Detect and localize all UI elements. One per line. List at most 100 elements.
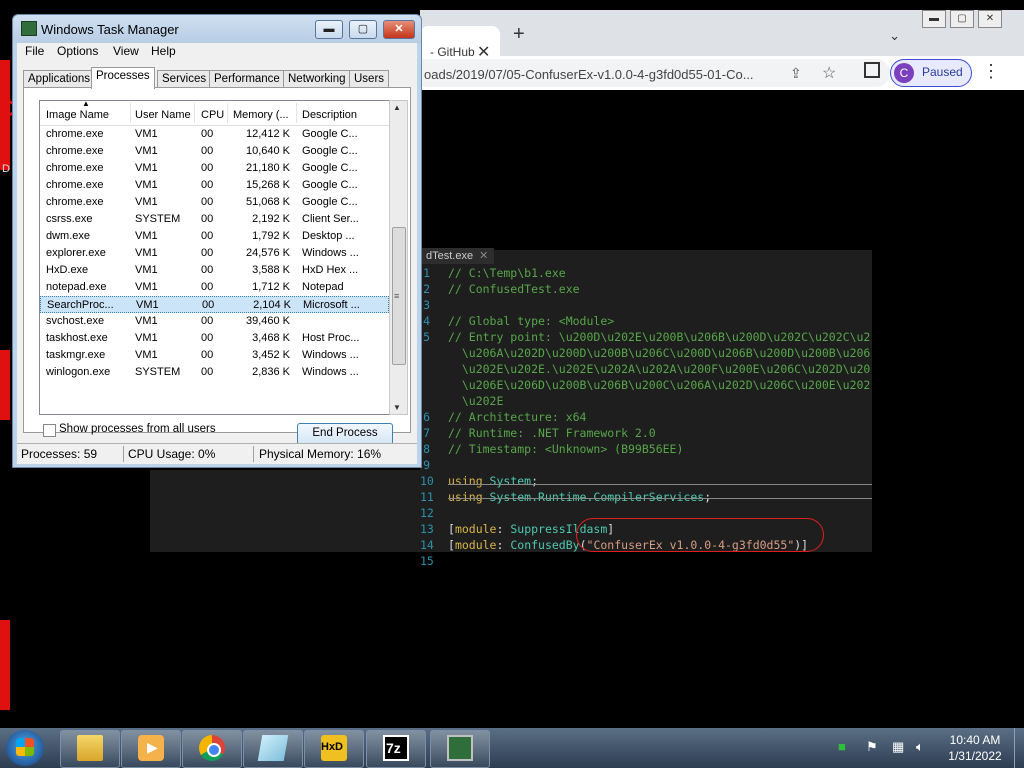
end-process-button[interactable]: End Process xyxy=(297,423,393,445)
memory-cell: 15,268 K xyxy=(245,179,290,191)
table-row[interactable]: winlogon.exe SYSTEM 00 2,836 K Windows ... xyxy=(40,364,389,381)
table-row[interactable]: taskmgr.exe VM1 00 3,452 K Windows ... xyxy=(40,347,389,364)
task-manager-icon xyxy=(21,21,37,36)
menu-help[interactable]: Help xyxy=(151,44,176,58)
description-cell: Google C... xyxy=(302,179,358,191)
side-panel-icon[interactable] xyxy=(864,62,880,78)
memory-cell: 21,180 K xyxy=(245,162,290,174)
menu-file[interactable]: File xyxy=(25,44,44,58)
maximize-button[interactable]: ▢ xyxy=(349,20,377,39)
table-row[interactable]: csrss.exe SYSTEM 00 2,192 K Client Ser... xyxy=(40,211,389,228)
volume-icon[interactable]: 🔈︎ xyxy=(916,739,924,755)
start-button[interactable] xyxy=(6,730,44,766)
menu-view[interactable]: View xyxy=(113,44,139,58)
table-row[interactable]: svchost.exe VM1 00 39,460 K xyxy=(40,313,389,330)
show-all-processes-checkbox[interactable] xyxy=(43,424,56,437)
menu-options[interactable]: Options xyxy=(57,44,98,58)
close-tab-icon[interactable]: ✕ xyxy=(479,250,488,262)
code-editor: dTest.exe ✕ 1// C:\Temp\b1.exe 2// Confuse… xyxy=(420,248,872,568)
table-row[interactable]: HxD.exe VM1 00 3,588 K HxD Hex ... xyxy=(40,262,389,279)
share-icon[interactable]: ⇪ xyxy=(790,65,802,82)
column-image-name[interactable]: Image Name xyxy=(46,109,109,121)
process-list[interactable]: Image Name ▲ User Name CPU Memory (... D… xyxy=(39,100,390,415)
table-row[interactable]: SearchProc... VM1 00 2,104 K Microsoft ... xyxy=(40,296,389,313)
description-cell: Google C... xyxy=(302,196,358,208)
chrome-menu-icon[interactable]: ⋮ xyxy=(982,61,1000,82)
scroll-grip-icon: ≡ xyxy=(394,291,400,301)
image-name-cell: chrome.exe xyxy=(46,162,104,174)
show-desktop-button[interactable] xyxy=(1014,728,1024,768)
description-cell: HxD Hex ... xyxy=(302,264,359,276)
editor-file-tab[interactable]: dTest.exe ✕ xyxy=(420,248,495,264)
code-token: ConfusedBy xyxy=(510,538,580,552)
process-list-scrollbar[interactable]: ▲ ≡ ▼ xyxy=(389,100,408,415)
tab-applications[interactable]: Applications xyxy=(23,70,96,88)
cpu-cell: 00 xyxy=(201,196,214,208)
table-row[interactable]: explorer.exe VM1 00 24,576 K Windows ... xyxy=(40,245,389,262)
taskbar-chrome[interactable] xyxy=(182,730,242,768)
new-tab-icon[interactable]: + xyxy=(513,23,525,46)
description-cell: Windows ... xyxy=(302,247,359,259)
tab-users[interactable]: Users xyxy=(349,70,390,88)
sort-ascending-icon: ▲ xyxy=(82,100,90,108)
cpu-cell: 00 xyxy=(201,247,214,259)
scroll-down-icon[interactable]: ▼ xyxy=(393,403,401,412)
taskbar-explorer[interactable] xyxy=(60,730,120,768)
tray-app-icon[interactable]: ■ xyxy=(838,739,846,754)
scroll-up-icon[interactable]: ▲ xyxy=(393,103,401,112)
line-number: 14 xyxy=(420,538,434,552)
minimize-icon[interactable]: ▬ xyxy=(922,10,946,28)
task-manager-titlebar[interactable]: Windows Task Manager ▬ ▢ ✕ xyxy=(13,15,421,43)
column-memory[interactable]: Memory (... xyxy=(233,109,289,121)
profile-button[interactable]: C Paused xyxy=(890,59,972,87)
description-cell: Client Ser... xyxy=(302,213,359,225)
code-token: module xyxy=(454,538,497,552)
tab-search-icon[interactable]: ⌄ xyxy=(889,28,900,44)
maximize-icon[interactable]: ▢ xyxy=(950,10,974,28)
description-cell: Google C... xyxy=(302,128,358,140)
table-row[interactable]: taskhost.exe VM1 00 3,468 K Host Proc... xyxy=(40,330,389,347)
column-cpu[interactable]: CPU xyxy=(201,109,224,121)
memory-cell: 24,576 K xyxy=(245,247,290,259)
code-token: : xyxy=(496,538,511,552)
action-center-icon[interactable]: ⚑ xyxy=(866,739,878,755)
description-cell: Microsoft ... xyxy=(303,299,360,311)
table-row[interactable]: chrome.exe VM1 00 15,268 K Google C... xyxy=(40,177,389,194)
tab-performance[interactable]: Performance xyxy=(209,70,285,88)
user-name-cell: VM1 xyxy=(135,179,158,191)
table-row[interactable]: chrome.exe VM1 00 21,180 K Google C... xyxy=(40,160,389,177)
taskbar-media-player[interactable]: ▶ xyxy=(121,730,181,768)
image-name-cell: SearchProc... xyxy=(47,299,114,311)
address-bar[interactable]: oads/2019/07/05-ConfuserEx-v1.0.0-4-g3fd… xyxy=(420,59,890,87)
image-name-cell: explorer.exe xyxy=(46,247,106,259)
network-icon[interactable]: ▦ xyxy=(892,739,904,755)
code-token: // Runtime: .NET Framework 2.0 xyxy=(448,426,656,440)
table-row[interactable]: dwm.exe VM1 00 1,792 K Desktop ... xyxy=(40,228,389,245)
column-description[interactable]: Description xyxy=(302,109,357,121)
cpu-cell: 00 xyxy=(201,128,214,140)
table-row[interactable]: chrome.exe VM1 00 51,068 K Google C... xyxy=(40,194,389,211)
memory-cell: 1,792 K xyxy=(252,230,290,242)
line-number: 12 xyxy=(420,506,434,520)
cpu-cell: 00 xyxy=(201,332,214,344)
image-name-cell: chrome.exe xyxy=(46,179,104,191)
table-row[interactable]: notepad.exe VM1 00 1,712 K Notepad xyxy=(40,279,389,296)
column-user-name[interactable]: User Name xyxy=(135,109,191,121)
bookmark-star-icon[interactable]: ☆ xyxy=(822,63,836,83)
taskbar-notepad[interactable] xyxy=(243,730,303,768)
tab-processes[interactable]: Processes xyxy=(91,67,155,89)
close-icon[interactable]: ✕ xyxy=(978,10,1002,28)
table-row[interactable]: chrome.exe VM1 00 10,640 K Google C... xyxy=(40,143,389,160)
description-cell: Notepad xyxy=(302,281,344,293)
taskbar-7zip[interactable]: 7z xyxy=(366,730,426,768)
taskbar-hxd[interactable]: HxD xyxy=(304,730,364,768)
table-row[interactable]: chrome.exe VM1 00 12,412 K Google C... xyxy=(40,126,389,143)
minimize-button[interactable]: ▬ xyxy=(315,20,343,39)
system-clock[interactable]: 10:40 AM 1/31/2022 xyxy=(940,732,1010,764)
code-token: System xyxy=(489,474,532,488)
tab-networking[interactable]: Networking xyxy=(283,70,351,88)
tab-services[interactable]: Services xyxy=(157,70,212,88)
close-button[interactable]: ✕ xyxy=(383,20,415,39)
cpu-cell: 00 xyxy=(201,349,214,361)
taskbar-task-manager[interactable] xyxy=(430,730,490,768)
